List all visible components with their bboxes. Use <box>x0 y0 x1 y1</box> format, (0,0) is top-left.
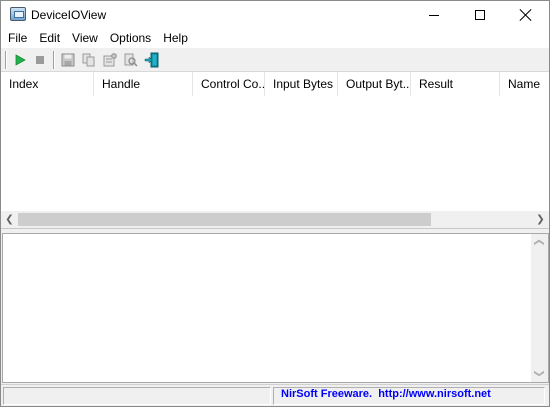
scroll-down-button[interactable]: ❯ <box>531 365 548 382</box>
stop-button[interactable] <box>31 51 49 69</box>
play-icon <box>15 54 26 66</box>
menu-file[interactable]: File <box>1 29 33 48</box>
copy-button[interactable] <box>80 51 98 69</box>
status-cell-empty <box>3 387 271 405</box>
horizontal-scroll-thumb[interactable] <box>18 213 431 226</box>
chevron-up-icon: ❮ <box>533 238 545 247</box>
column-header-input-bytes[interactable]: Input Bytes <box>265 72 338 96</box>
minimize-icon <box>429 14 439 16</box>
main-window: DeviceIOView File Edit View Options Help <box>0 0 550 407</box>
scroll-right-button[interactable]: ❯ <box>532 211 549 228</box>
close-icon <box>520 9 532 21</box>
details-pane[interactable]: ❮ ❯ <box>2 233 549 383</box>
properties-icon <box>103 53 117 67</box>
vertical-scrollbar[interactable]: ❮ ❯ <box>531 234 548 382</box>
window-title: DeviceIOView <box>31 8 107 22</box>
column-header-handle[interactable]: Handle <box>94 72 193 96</box>
title-bar: DeviceIOView <box>1 1 549 29</box>
start-button[interactable] <box>11 51 29 69</box>
toolbar <box>1 48 549 72</box>
maximize-button[interactable] <box>457 1 503 29</box>
column-header-result[interactable]: Result <box>411 72 500 96</box>
menu-help[interactable]: Help <box>157 29 194 48</box>
save-button[interactable] <box>59 51 77 69</box>
column-header-index[interactable]: Index <box>1 72 94 96</box>
properties-button[interactable] <box>101 51 119 69</box>
menu-edit[interactable]: Edit <box>33 29 66 48</box>
maximize-icon <box>475 10 485 20</box>
toolbar-grip <box>5 51 7 69</box>
chevron-left-icon: ❮ <box>5 214 14 225</box>
minimize-button[interactable] <box>411 1 457 29</box>
horizontal-scrollbar[interactable]: ❮ ❯ <box>1 211 549 228</box>
nirsoft-link[interactable]: NirSoft Freeware. http://www.nirsoft.net <box>281 388 491 400</box>
list-header: Index Handle Control Co... Input Bytes O… <box>1 72 549 96</box>
copy-icon <box>82 53 95 67</box>
toolbar-separator <box>53 51 55 69</box>
device-io-list[interactable]: Index Handle Control Co... Input Bytes O… <box>1 72 549 229</box>
chevron-down-icon: ❯ <box>533 369 545 378</box>
menu-bar: File Edit View Options Help <box>1 29 549 48</box>
exit-icon <box>144 52 159 68</box>
app-icon <box>10 7 26 21</box>
stop-icon <box>36 56 44 64</box>
chevron-right-icon: ❯ <box>536 214 545 225</box>
scroll-left-button[interactable]: ❮ <box>1 211 18 228</box>
scroll-up-button[interactable]: ❮ <box>531 234 548 251</box>
save-icon <box>61 53 75 67</box>
column-header-control-code[interactable]: Control Co... <box>193 72 265 96</box>
menu-view[interactable]: View <box>66 29 104 48</box>
close-button[interactable] <box>503 1 549 29</box>
exit-button[interactable] <box>143 51 161 69</box>
menu-options[interactable]: Options <box>104 29 157 48</box>
status-bar: NirSoft Freeware. http://www.nirsoft.net <box>1 384 549 406</box>
column-header-output-bytes[interactable]: Output Byt... <box>338 72 411 96</box>
find-icon <box>124 53 138 67</box>
column-header-name[interactable]: Name <box>500 72 549 96</box>
find-button[interactable] <box>122 51 140 69</box>
